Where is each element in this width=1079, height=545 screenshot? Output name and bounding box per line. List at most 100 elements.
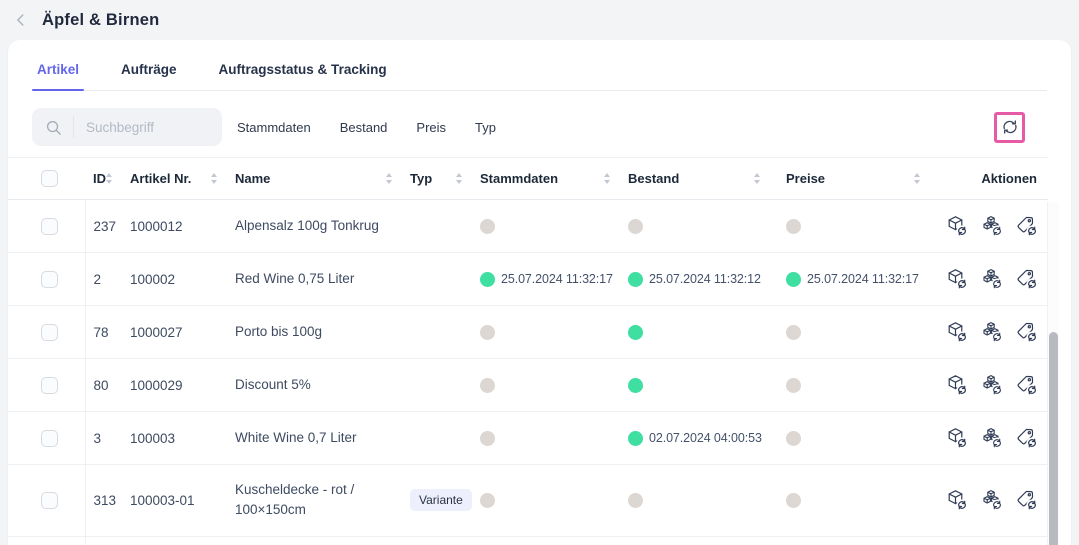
select-all-checkbox[interactable]: [41, 170, 58, 187]
stammdaten-status-dot: [480, 325, 495, 340]
sort-icon[interactable]: [211, 173, 217, 184]
sync-stock-icon: [981, 489, 1003, 511]
tab-bar: Artikel Aufträge Auftragsstatus & Tracki…: [32, 40, 1047, 91]
cell-stammdaten: [480, 465, 628, 537]
column-header-artikel-nr[interactable]: Artikel Nr.: [130, 158, 235, 200]
sync-article-icon: [946, 374, 968, 396]
search-box[interactable]: [32, 108, 222, 146]
cell-artikel-nr: 1000029: [130, 359, 235, 412]
sync-price-button[interactable]: [1016, 321, 1038, 343]
cell-aktionen: [938, 253, 1048, 306]
tab-auftr-ge[interactable]: Aufträge: [116, 62, 182, 90]
column-header-stammdaten[interactable]: Stammdaten: [480, 158, 628, 200]
bestand-status-dot: [628, 378, 643, 393]
sync-article-button[interactable]: [946, 427, 968, 449]
table-row: 237 1000012 Alpensalz 100g Tonkrug: [8, 200, 1048, 253]
preise-status-dot: [786, 378, 801, 393]
table-row: 313 100003-01 Kuscheldecke - rot / 100×1…: [8, 465, 1048, 537]
cell-artikel-nr: 100002: [130, 253, 235, 306]
sync-price-icon: [1016, 321, 1038, 343]
table-row: 80 1000029 Discount 5%: [8, 359, 1048, 412]
cell-bestand: 02.07.2024 04:00:53: [628, 412, 778, 465]
sync-stock-button[interactable]: [981, 268, 1003, 290]
stammdaten-status-dot: [480, 431, 495, 446]
sync-price-button[interactable]: [1016, 215, 1038, 237]
column-header-name[interactable]: Name: [235, 158, 410, 200]
search-input[interactable]: [86, 120, 206, 135]
sync-stock-button[interactable]: [981, 427, 1003, 449]
column-header-aktionen: Aktionen: [938, 158, 1048, 200]
sync-article-button[interactable]: [946, 268, 968, 290]
filter-preis[interactable]: Preis: [416, 120, 446, 135]
cell-name: Red Wine 0,75 Liter: [235, 253, 410, 306]
sort-icon[interactable]: [754, 173, 760, 184]
stammdaten-status-dot: [480, 493, 495, 508]
sync-stock-button[interactable]: [981, 489, 1003, 511]
column-header-id[interactable]: ID: [85, 158, 130, 200]
sync-stock-button[interactable]: [981, 321, 1003, 343]
sync-stock-icon: [981, 427, 1003, 449]
sync-article-icon: [946, 268, 968, 290]
sort-icon[interactable]: [604, 173, 610, 184]
cell-id: 2: [85, 253, 130, 306]
cell-typ: Variante: [410, 536, 480, 545]
sync-price-icon: [1016, 374, 1038, 396]
sort-icon[interactable]: [106, 173, 112, 184]
content-card: Artikel Aufträge Auftragsstatus & Tracki…: [8, 40, 1071, 545]
scrollbar-thumb[interactable]: [1049, 332, 1058, 545]
cell-aktionen: [938, 465, 1048, 537]
toolbar: Stammdaten Bestand Preis Typ: [32, 107, 1047, 147]
cell-aktionen: [938, 200, 1048, 253]
cell-aktionen: [938, 359, 1048, 412]
filter-typ[interactable]: Typ: [475, 120, 496, 135]
row-checkbox[interactable]: [41, 218, 58, 235]
filter-bestand[interactable]: Bestand: [340, 120, 388, 135]
column-header-typ[interactable]: Typ: [410, 158, 480, 200]
sync-stock-button[interactable]: [981, 215, 1003, 237]
cell-typ: Variante: [410, 465, 480, 537]
cell-preise: [778, 412, 938, 465]
cell-id: 313: [85, 465, 130, 537]
sync-stock-button[interactable]: [981, 374, 1003, 396]
sort-icon[interactable]: [914, 173, 920, 184]
sort-icon[interactable]: [456, 173, 462, 184]
cell-artikel-nr: 100003-02: [130, 536, 235, 545]
cell-bestand: 25.07.2024 11:32:12: [628, 253, 778, 306]
cell-typ: [410, 412, 480, 465]
cell-typ: [410, 359, 480, 412]
cell-stammdaten: [480, 412, 628, 465]
sync-price-button[interactable]: [1016, 374, 1038, 396]
row-checkbox[interactable]: [41, 492, 58, 509]
row-checkbox[interactable]: [41, 271, 58, 288]
cell-artikel-nr: 100003: [130, 412, 235, 465]
sync-article-button[interactable]: [946, 374, 968, 396]
sync-article-button[interactable]: [946, 489, 968, 511]
row-checkbox[interactable]: [41, 377, 58, 394]
variante-badge: Variante: [410, 489, 472, 511]
cell-typ: [410, 200, 480, 253]
filter-list: Stammdaten Bestand Preis Typ: [237, 120, 496, 135]
row-checkbox[interactable]: [41, 324, 58, 341]
filter-stammdaten[interactable]: Stammdaten: [237, 120, 311, 135]
sync-stock-icon: [981, 321, 1003, 343]
cell-preise: [778, 465, 938, 537]
sync-price-button[interactable]: [1016, 427, 1038, 449]
tab-auftragsstatus-tracking[interactable]: Auftragsstatus & Tracking: [214, 62, 392, 90]
column-header-preise[interactable]: Preise: [778, 158, 938, 200]
sync-price-icon: [1016, 489, 1038, 511]
row-checkbox[interactable]: [41, 430, 58, 447]
column-header-bestand[interactable]: Bestand: [628, 158, 778, 200]
refresh-button[interactable]: [994, 112, 1025, 143]
sort-icon[interactable]: [386, 173, 392, 184]
sync-price-button[interactable]: [1016, 268, 1038, 290]
cell-artikel-nr: 100003-01: [130, 465, 235, 537]
sync-article-button[interactable]: [946, 321, 968, 343]
sync-article-button[interactable]: [946, 215, 968, 237]
cell-artikel-nr: 1000027: [130, 306, 235, 359]
cell-aktionen: [938, 412, 1048, 465]
cell-aktionen: [938, 306, 1048, 359]
back-button[interactable]: [10, 9, 32, 31]
sync-price-button[interactable]: [1016, 489, 1038, 511]
tab-artikel[interactable]: Artikel: [32, 62, 84, 90]
bestand-status-dot: [628, 272, 643, 287]
